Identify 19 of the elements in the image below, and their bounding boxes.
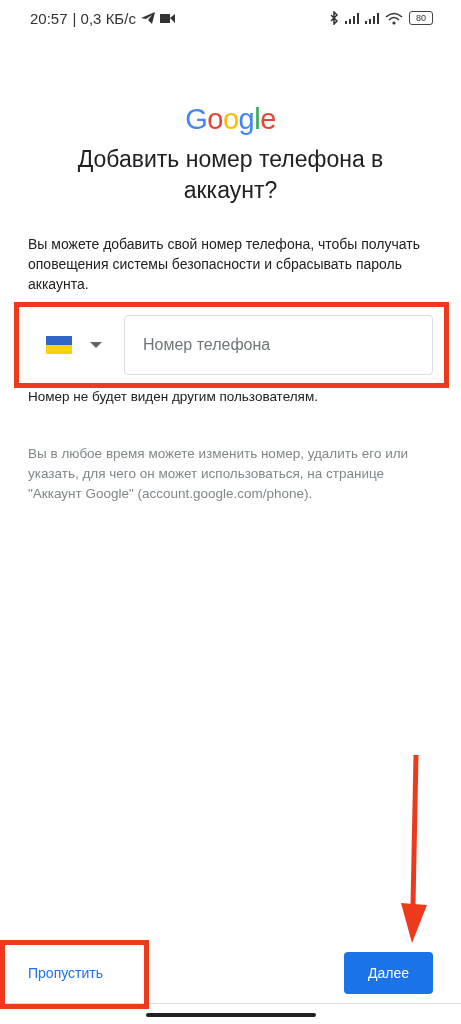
description-text: Вы можете добавить свой номер телефона, чтобы получать оповещения системы безопасности и сбрасывать пароль аккаунта. (28, 235, 421, 294)
signal-icon (345, 12, 359, 24)
skip-button[interactable]: Пропустить (12, 953, 119, 993)
ukraine-flag-icon (46, 336, 72, 354)
page-title: Добавить номер телефона в аккаунт? (76, 145, 385, 205)
battery-indicator: 80 (409, 11, 433, 25)
bluetooth-icon (330, 11, 339, 25)
google-logo: Google (185, 102, 276, 136)
send-icon (140, 12, 155, 24)
clock: 20:57 (30, 9, 68, 27)
phone-input-field[interactable]: Номер телефона (124, 315, 433, 375)
wifi-icon (385, 11, 403, 25)
dropdown-caret-icon (90, 342, 102, 348)
next-button[interactable]: Далее (344, 952, 433, 994)
info-text: Вы в любое время можете изменить номер, удалить его или указать, для чего он может использоваться, на странице "Аккаунт Google" (account.google.com/phone). (28, 445, 410, 503)
privacy-note: Номер не будет виден другим пользователям. (28, 389, 319, 404)
network-speed: | 0,3 КБ/с (72, 9, 136, 27)
video-camera-icon (159, 12, 175, 24)
signal-icon (365, 12, 379, 24)
